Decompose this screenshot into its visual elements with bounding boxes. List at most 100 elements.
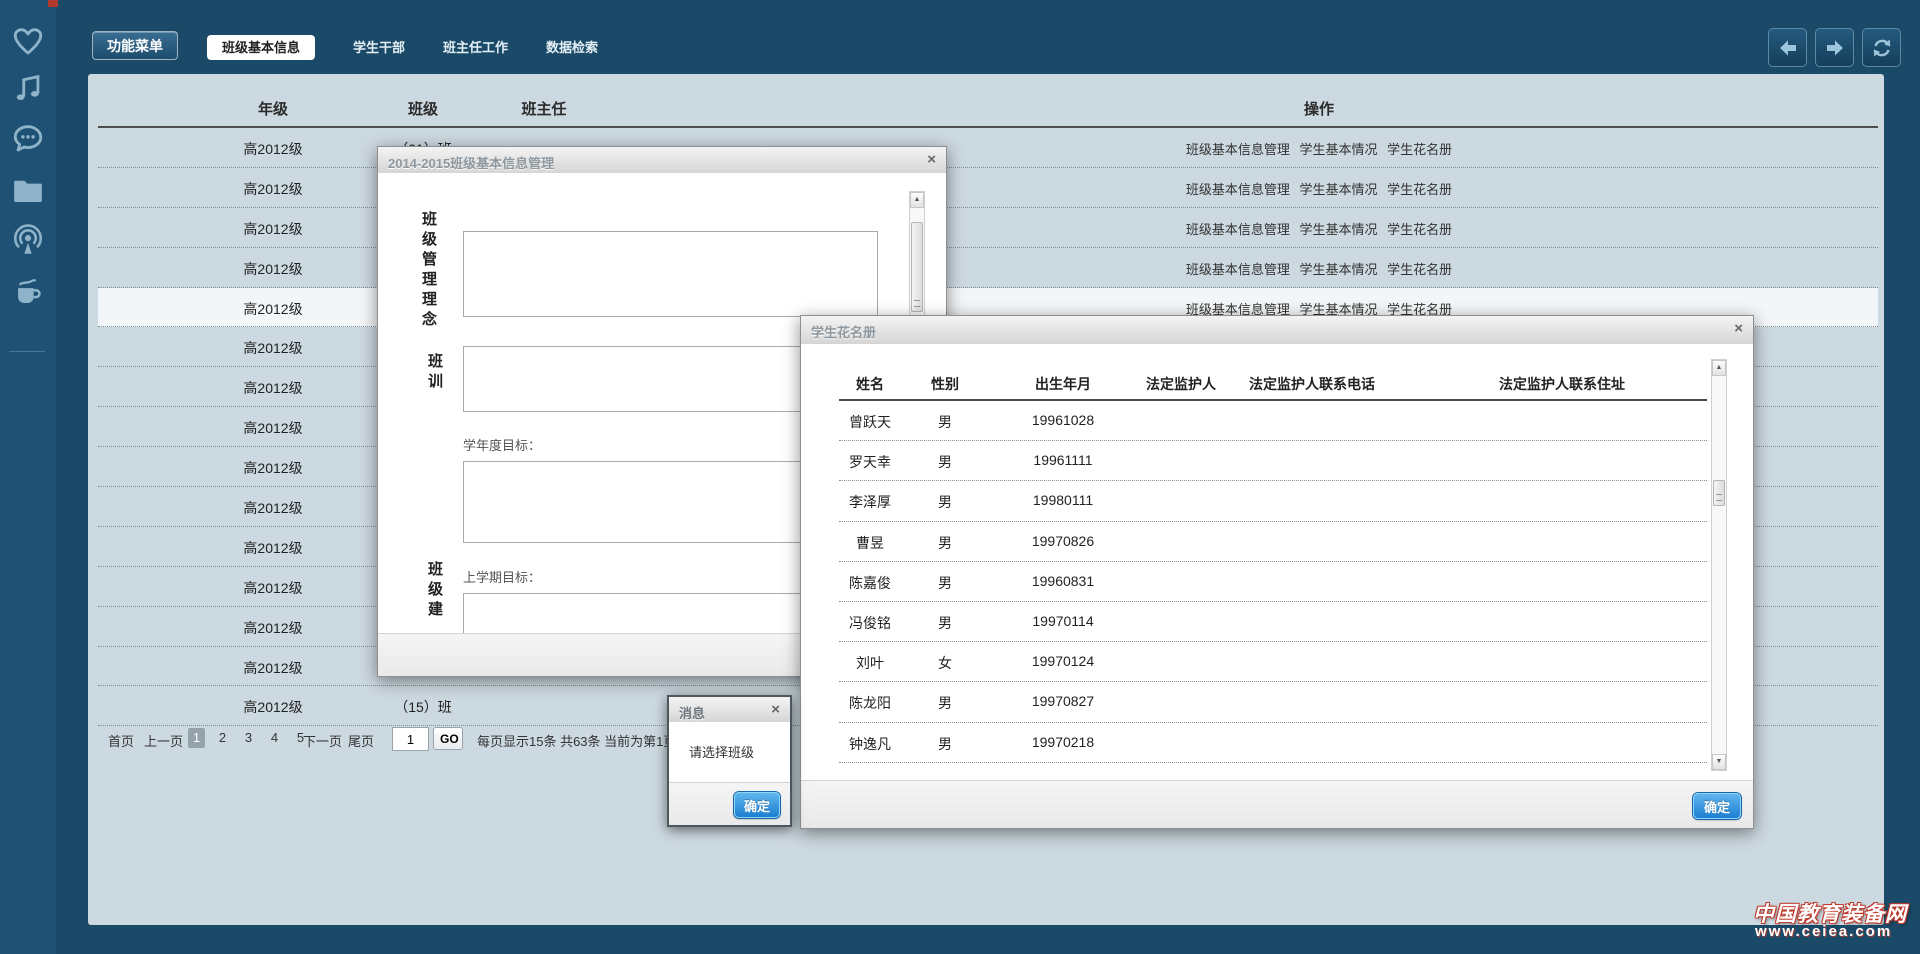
op-roster-link[interactable]: 学生花名册 [1387, 262, 1452, 277]
roster-row[interactable]: 刘叶 女 19970124 [839, 642, 1707, 682]
scroll-up-icon[interactable]: ▲ [1712, 360, 1726, 376]
scrollbar-thumb[interactable] [911, 222, 923, 312]
nav-tab[interactable]: 班主任工作 [443, 35, 508, 60]
roster-scrollbar[interactable]: ▲ ▼ [1711, 359, 1727, 771]
cell-grade: 高2012级 [196, 139, 350, 159]
table-row[interactable]: 高2012级 （02）班 班级基本信息管理 学生基本情况 学生花名册 [98, 168, 1878, 208]
op-class-info-link[interactable]: 班级基本信息管理 [1186, 222, 1290, 237]
roster-row[interactable]: 曹昱 男 19970826 [839, 522, 1707, 562]
year-goal-label: 学年度目标： [463, 435, 541, 454]
message-dialog-titlebar[interactable]: 消息 × [669, 697, 790, 723]
close-icon[interactable]: × [771, 701, 780, 719]
roster-ok-button[interactable]: 确定 [1693, 793, 1741, 819]
page-go-button[interactable]: GO [433, 727, 463, 750]
close-icon[interactable]: × [1734, 320, 1743, 338]
tab-bar: 班级基本信息 学生干部 班主任工作 数据检索 [207, 34, 598, 60]
cell-student-name: 陈嘉俊 [830, 573, 910, 593]
roster-row[interactable]: 李泽厚 男 19980111 [839, 481, 1707, 521]
cell-grade: 高2012级 [196, 338, 350, 358]
cell-grade: 高2012级 [196, 618, 350, 638]
page-goto-input[interactable] [392, 727, 429, 751]
roster-modal-titlebar[interactable]: 学生花名册 × [801, 316, 1753, 345]
cell-student-dob: 19961111 [1013, 452, 1113, 468]
header-ops: 操作 [1119, 98, 1519, 119]
sidebar-divider [9, 351, 45, 352]
op-class-info-link[interactable]: 班级基本信息管理 [1186, 142, 1290, 157]
class-info-modal-title: 2014-2015班级基本信息管理 [388, 153, 554, 172]
broadcast-icon[interactable] [11, 224, 45, 258]
sidebar [0, 0, 56, 954]
nav-tab[interactable]: 班级基本信息 [207, 35, 315, 60]
message-ok-button[interactable]: 确定 [734, 792, 780, 818]
page-number[interactable]: 3 [240, 728, 257, 748]
table-row[interactable]: 高2012级 （01）班 班级基本信息管理 学生基本情况 学生花名册 [98, 128, 1878, 168]
arrow-left-icon [1776, 36, 1800, 60]
function-menu-button[interactable]: 功能菜单 [92, 31, 178, 60]
cell-ops: 班级基本信息管理 学生基本情况 学生花名册 [1119, 259, 1519, 278]
scroll-up-icon[interactable]: ▲ [910, 192, 924, 208]
op-class-info-link[interactable]: 班级基本信息管理 [1186, 182, 1290, 197]
forward-button[interactable] [1815, 28, 1854, 67]
page-prev-link[interactable]: 上一页 [144, 731, 183, 750]
op-student-info-link[interactable]: 学生基本情况 [1299, 262, 1377, 277]
app-root: 功能菜单 班级基本信息学生干部班主任工作数据检索 年级 班级 班主任 操作 高2… [0, 0, 1920, 954]
op-student-info-link[interactable]: 学生基本情况 [1299, 182, 1377, 197]
roster-row[interactable]: 钟逸凡 男 19970218 [839, 723, 1707, 763]
coffee-icon[interactable] [11, 274, 45, 308]
op-student-info-link[interactable]: 学生基本情况 [1299, 222, 1377, 237]
cell-grade: 高2012级 [196, 299, 350, 319]
chat-icon[interactable] [11, 121, 45, 155]
header-grade: 年级 [196, 98, 350, 119]
cell-student-gender: 女 [915, 653, 975, 673]
cell-student-name: 曹昱 [830, 533, 910, 553]
cell-student-name: 李泽厚 [830, 492, 910, 512]
roster-row[interactable]: 陈嘉俊 男 19960831 [839, 562, 1707, 602]
roster-row[interactable]: 罗天幸 男 19961111 [839, 441, 1707, 481]
page-number[interactable]: 2 [214, 728, 231, 748]
roster-row[interactable]: 冯俊铭 男 19970114 [839, 602, 1707, 642]
cell-grade: 高2012级 [196, 378, 350, 398]
cell-student-dob: 19970826 [1013, 533, 1113, 549]
page-first-link[interactable]: 首页 [108, 731, 134, 750]
cell-student-gender: 男 [915, 693, 975, 713]
class-info-modal-titlebar[interactable]: 2014-2015班级基本信息管理 × [378, 147, 946, 174]
music-icon[interactable] [11, 72, 45, 106]
page-numbers: 12345 [188, 728, 309, 748]
op-roster-link[interactable]: 学生花名册 [1387, 182, 1452, 197]
roster-row[interactable]: 陈龙阳 男 19970827 [839, 682, 1707, 722]
back-button[interactable] [1768, 28, 1807, 67]
page-last-link[interactable]: 尾页 [348, 731, 374, 750]
cell-student-name: 曾跃天 [830, 412, 910, 432]
table-row[interactable]: 高2012级 （04）班 班级基本信息管理 学生基本情况 学生花名册 [98, 248, 1878, 288]
op-roster-link[interactable]: 学生花名册 [1387, 142, 1452, 157]
cell-student-name: 冯俊铭 [830, 613, 910, 633]
cell-grade: 高2012级 [196, 578, 350, 598]
page-number[interactable]: 1 [188, 728, 205, 748]
folder-icon[interactable] [11, 174, 45, 208]
cell-student-name: 陈龙阳 [830, 693, 910, 713]
roster-header-gender: 性别 [915, 374, 975, 394]
cell-student-gender: 男 [915, 734, 975, 754]
table-row[interactable]: 高2012级 （03）班 班级基本信息管理 学生基本情况 学生花名册 [98, 208, 1878, 248]
op-student-info-link[interactable]: 学生基本情况 [1299, 142, 1377, 157]
roster-row[interactable]: 曾跃天 男 19961028 [839, 401, 1707, 441]
op-class-info-link[interactable]: 班级基本信息管理 [1186, 262, 1290, 277]
nav-tab[interactable]: 数据检索 [546, 35, 598, 60]
philosophy-textarea[interactable] [463, 231, 878, 317]
scrollbar-thumb[interactable] [1713, 480, 1725, 506]
close-icon[interactable]: × [927, 151, 936, 169]
sidebar-accent [48, 0, 58, 7]
page-number[interactable]: 4 [266, 728, 283, 748]
refresh-button[interactable] [1862, 28, 1901, 67]
message-dialog: 消息 × 请选择班级 确定 [667, 695, 792, 827]
heart-icon[interactable] [11, 24, 45, 58]
roster-modal-footer: 确定 [801, 780, 1753, 828]
message-dialog-footer: 确定 [669, 782, 790, 825]
cell-student-gender: 男 [915, 492, 975, 512]
scroll-down-icon[interactable]: ▼ [1712, 754, 1726, 770]
cell-student-gender: 男 [915, 613, 975, 633]
op-roster-link[interactable]: 学生花名册 [1387, 222, 1452, 237]
page-next-link[interactable]: 下一页 [303, 731, 342, 750]
nav-tab[interactable]: 学生干部 [353, 35, 405, 60]
roster-header-guardian: 法定监护人 [1131, 374, 1231, 394]
